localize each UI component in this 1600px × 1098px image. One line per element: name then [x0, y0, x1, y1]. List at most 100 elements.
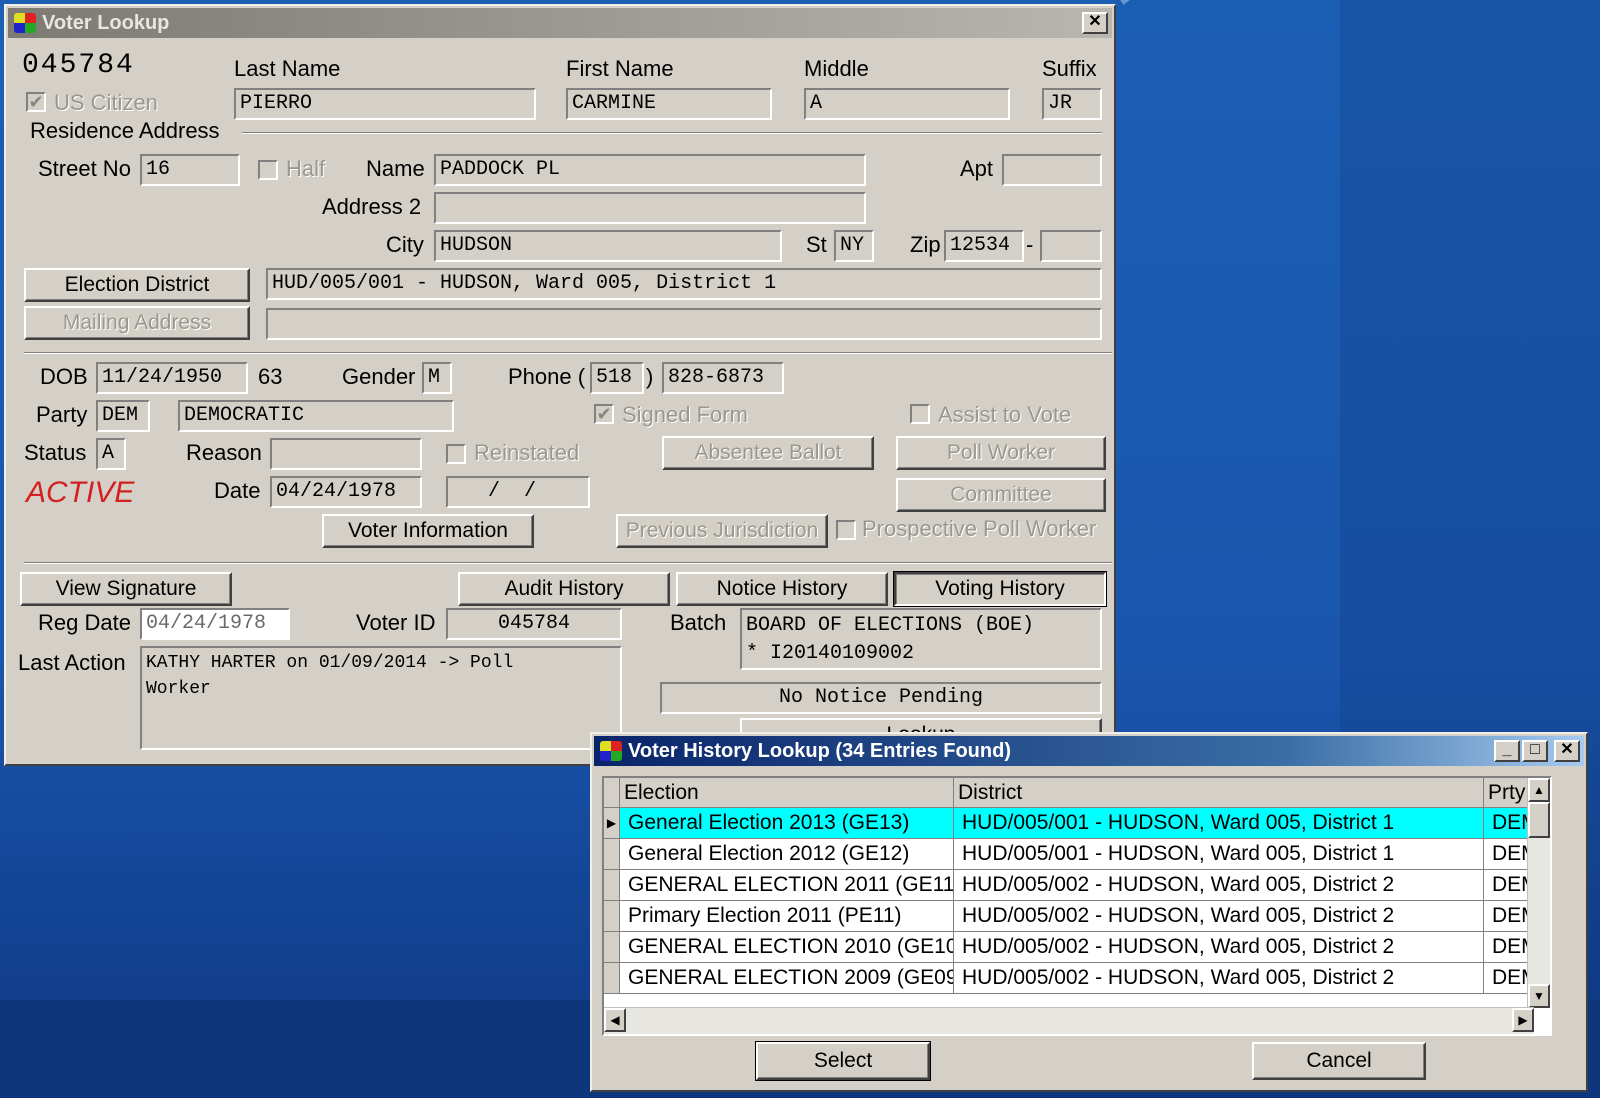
notice-field: No Notice Pending — [660, 682, 1102, 714]
cancel-button[interactable]: Cancel — [1252, 1042, 1426, 1080]
reg-date-field[interactable]: 04/24/1978 — [140, 608, 290, 640]
cell-district[interactable]: HUD/005/002 - HUDSON, Ward 005, District… — [954, 870, 1484, 901]
street-no-field[interactable]: 16 — [140, 154, 240, 186]
cell-district[interactable]: HUD/005/002 - HUDSON, Ward 005, District… — [954, 901, 1484, 932]
voting-history-button[interactable]: Voting History — [893, 571, 1107, 607]
cell-election[interactable]: GENERAL ELECTION 2011 (GE11 — [620, 870, 954, 901]
scroll-right-icon[interactable]: ▶ — [1512, 1008, 1534, 1032]
street-name-field[interactable]: PADDOCK PL — [434, 154, 866, 186]
address2-field[interactable] — [434, 192, 866, 224]
section-separator-1 — [24, 352, 1112, 354]
column-header-district[interactable]: District — [954, 778, 1484, 808]
reinstated-checkbox[interactable] — [446, 444, 466, 464]
phone-label: Phone ( — [508, 364, 586, 389]
voter-history-titlebar[interactable]: Voter History Lookup (34 Entries Found) … — [594, 736, 1584, 766]
cell-election[interactable]: General Election 2013 (GE13) — [620, 808, 954, 839]
cell-district[interactable]: HUD/005/002 - HUDSON, Ward 005, District… — [954, 963, 1484, 994]
half-checkbox[interactable] — [258, 160, 278, 180]
absentee-ballot-button[interactable]: Absentee Ballot — [662, 436, 874, 470]
horizontal-scrollbar[interactable]: ◀ ▶ — [604, 1007, 1534, 1034]
cell-district[interactable]: HUD/005/001 - HUDSON, Ward 005, District… — [954, 808, 1484, 839]
us-citizen-checkbox[interactable]: ✔ — [26, 92, 46, 112]
cell-election[interactable]: GENERAL ELECTION 2009 (GE09 — [620, 963, 954, 994]
cell-election[interactable]: Primary Election 2011 (PE11) — [620, 901, 954, 932]
row-selector[interactable] — [604, 901, 620, 932]
cell-election[interactable]: GENERAL ELECTION 2010 (GE10 — [620, 932, 954, 963]
reg-date-label: Reg Date — [38, 610, 131, 635]
table-row[interactable]: GENERAL ELECTION 2011 (GE11 HUD/005/002 -… — [604, 870, 1534, 901]
gender-field[interactable]: M — [422, 362, 452, 394]
last-name-field[interactable]: PIERRO — [234, 88, 536, 120]
poll-worker-button[interactable]: Poll Worker — [896, 436, 1106, 470]
table-row[interactable]: GENERAL ELECTION 2009 (GE09 HUD/005/002 -… — [604, 963, 1534, 994]
batch-field[interactable]: BOARD OF ELECTIONS (BOE) * I20140109002 — [740, 608, 1102, 670]
city-field[interactable]: HUDSON — [434, 230, 782, 262]
table-row[interactable]: GENERAL ELECTION 2010 (GE10 HUD/005/002 -… — [604, 932, 1534, 963]
table-row[interactable]: Primary Election 2011 (PE11) HUD/005/002 … — [604, 901, 1534, 932]
reason-field[interactable] — [270, 438, 422, 470]
committee-button[interactable]: Committee — [896, 478, 1106, 512]
select-button[interactable]: Select — [755, 1041, 931, 1081]
phone-field[interactable]: 828-6873 — [662, 362, 784, 394]
scroll-left-icon[interactable]: ◀ — [604, 1008, 626, 1032]
scroll-up-icon[interactable]: ▲ — [1528, 778, 1550, 802]
column-header-election[interactable]: Election — [620, 778, 954, 808]
party-code-field[interactable]: DEM — [96, 400, 150, 432]
election-district-button[interactable]: Election District — [24, 268, 250, 302]
voter-information-button[interactable]: Voter Information — [322, 514, 534, 548]
cell-district[interactable]: HUD/005/002 - HUDSON, Ward 005, District… — [954, 932, 1484, 963]
signed-form-checkbox[interactable]: ✔ — [594, 404, 614, 424]
reinstated-label: Reinstated — [474, 440, 580, 465]
row-selector[interactable] — [604, 870, 620, 901]
cell-election[interactable]: General Election 2012 (GE12) — [620, 839, 954, 870]
date-field[interactable]: 04/24/1978 — [270, 476, 422, 508]
window-title: Voter Lookup — [42, 11, 170, 34]
state-field[interactable]: NY — [834, 230, 874, 262]
section-separator-2 — [24, 562, 1112, 564]
vertical-scrollbar[interactable]: ▲ ▼ — [1527, 778, 1550, 1008]
notice-history-button[interactable]: Notice History — [676, 572, 888, 606]
table-row[interactable]: General Election 2012 (GE12) HUD/005/001 … — [604, 839, 1534, 870]
scroll-down-icon[interactable]: ▼ — [1528, 984, 1550, 1008]
close-icon[interactable]: ✕ — [1554, 740, 1580, 762]
residence-separator — [242, 132, 1102, 134]
half-label: Half — [286, 156, 326, 181]
area-code-field[interactable]: 518 — [590, 362, 644, 394]
scroll-thumb[interactable] — [1528, 802, 1550, 838]
residence-address-label: Residence Address — [30, 118, 220, 143]
status-code-field[interactable]: A — [96, 438, 126, 470]
election-district-field[interactable]: HUD/005/001 - HUDSON, Ward 005, District… — [266, 268, 1102, 300]
row-selector[interactable] — [604, 839, 620, 870]
maximize-icon[interactable]: □ — [1522, 740, 1548, 762]
prospective-poll-worker-checkbox[interactable] — [836, 520, 856, 540]
cell-district[interactable]: HUD/005/001 - HUDSON, Ward 005, District… — [954, 839, 1484, 870]
voter-id-field[interactable]: 045784 — [446, 608, 622, 640]
voter-lookup-titlebar[interactable]: Voter Lookup ✕ — [8, 8, 1112, 38]
zip-field[interactable]: 12534 — [944, 230, 1024, 262]
view-signature-button[interactable]: View Signature — [20, 572, 232, 606]
prospective-poll-worker-label: Prospective Poll Worker — [862, 516, 1097, 541]
date2-field[interactable]: / / — [446, 476, 590, 508]
middle-field[interactable]: A — [804, 88, 1010, 120]
assist-to-vote-checkbox[interactable] — [910, 404, 930, 424]
status-text: ACTIVE — [26, 476, 135, 509]
row-selector[interactable] — [604, 963, 620, 994]
mailing-address-field[interactable] — [266, 308, 1102, 340]
party-name-field[interactable]: DEMOCRATIC — [178, 400, 454, 432]
row-selector[interactable] — [604, 932, 620, 963]
first-name-field[interactable]: CARMINE — [566, 88, 772, 120]
dob-field[interactable]: 11/24/1950 — [96, 362, 248, 394]
table-row[interactable]: ▶ General Election 2013 (GE13) HUD/005/001… — [604, 808, 1534, 839]
audit-history-button[interactable]: Audit History — [458, 572, 670, 606]
apt-label: Apt — [960, 156, 994, 181]
suffix-field[interactable]: JR — [1042, 88, 1102, 120]
zip4-field[interactable] — [1040, 230, 1102, 262]
apt-field[interactable] — [1002, 154, 1102, 186]
last-action-field[interactable]: KATHY HARTER on 01/09/2014 -> Poll Worke… — [140, 646, 622, 750]
minimize-icon[interactable]: _ — [1494, 740, 1520, 762]
current-row-indicator-icon[interactable]: ▶ — [604, 808, 620, 839]
close-icon[interactable]: ✕ — [1082, 12, 1108, 34]
mailing-address-button[interactable]: Mailing Address — [24, 306, 250, 340]
party-label: Party — [36, 402, 88, 427]
previous-jurisdiction-button[interactable]: Previous Jurisdiction — [616, 514, 828, 548]
